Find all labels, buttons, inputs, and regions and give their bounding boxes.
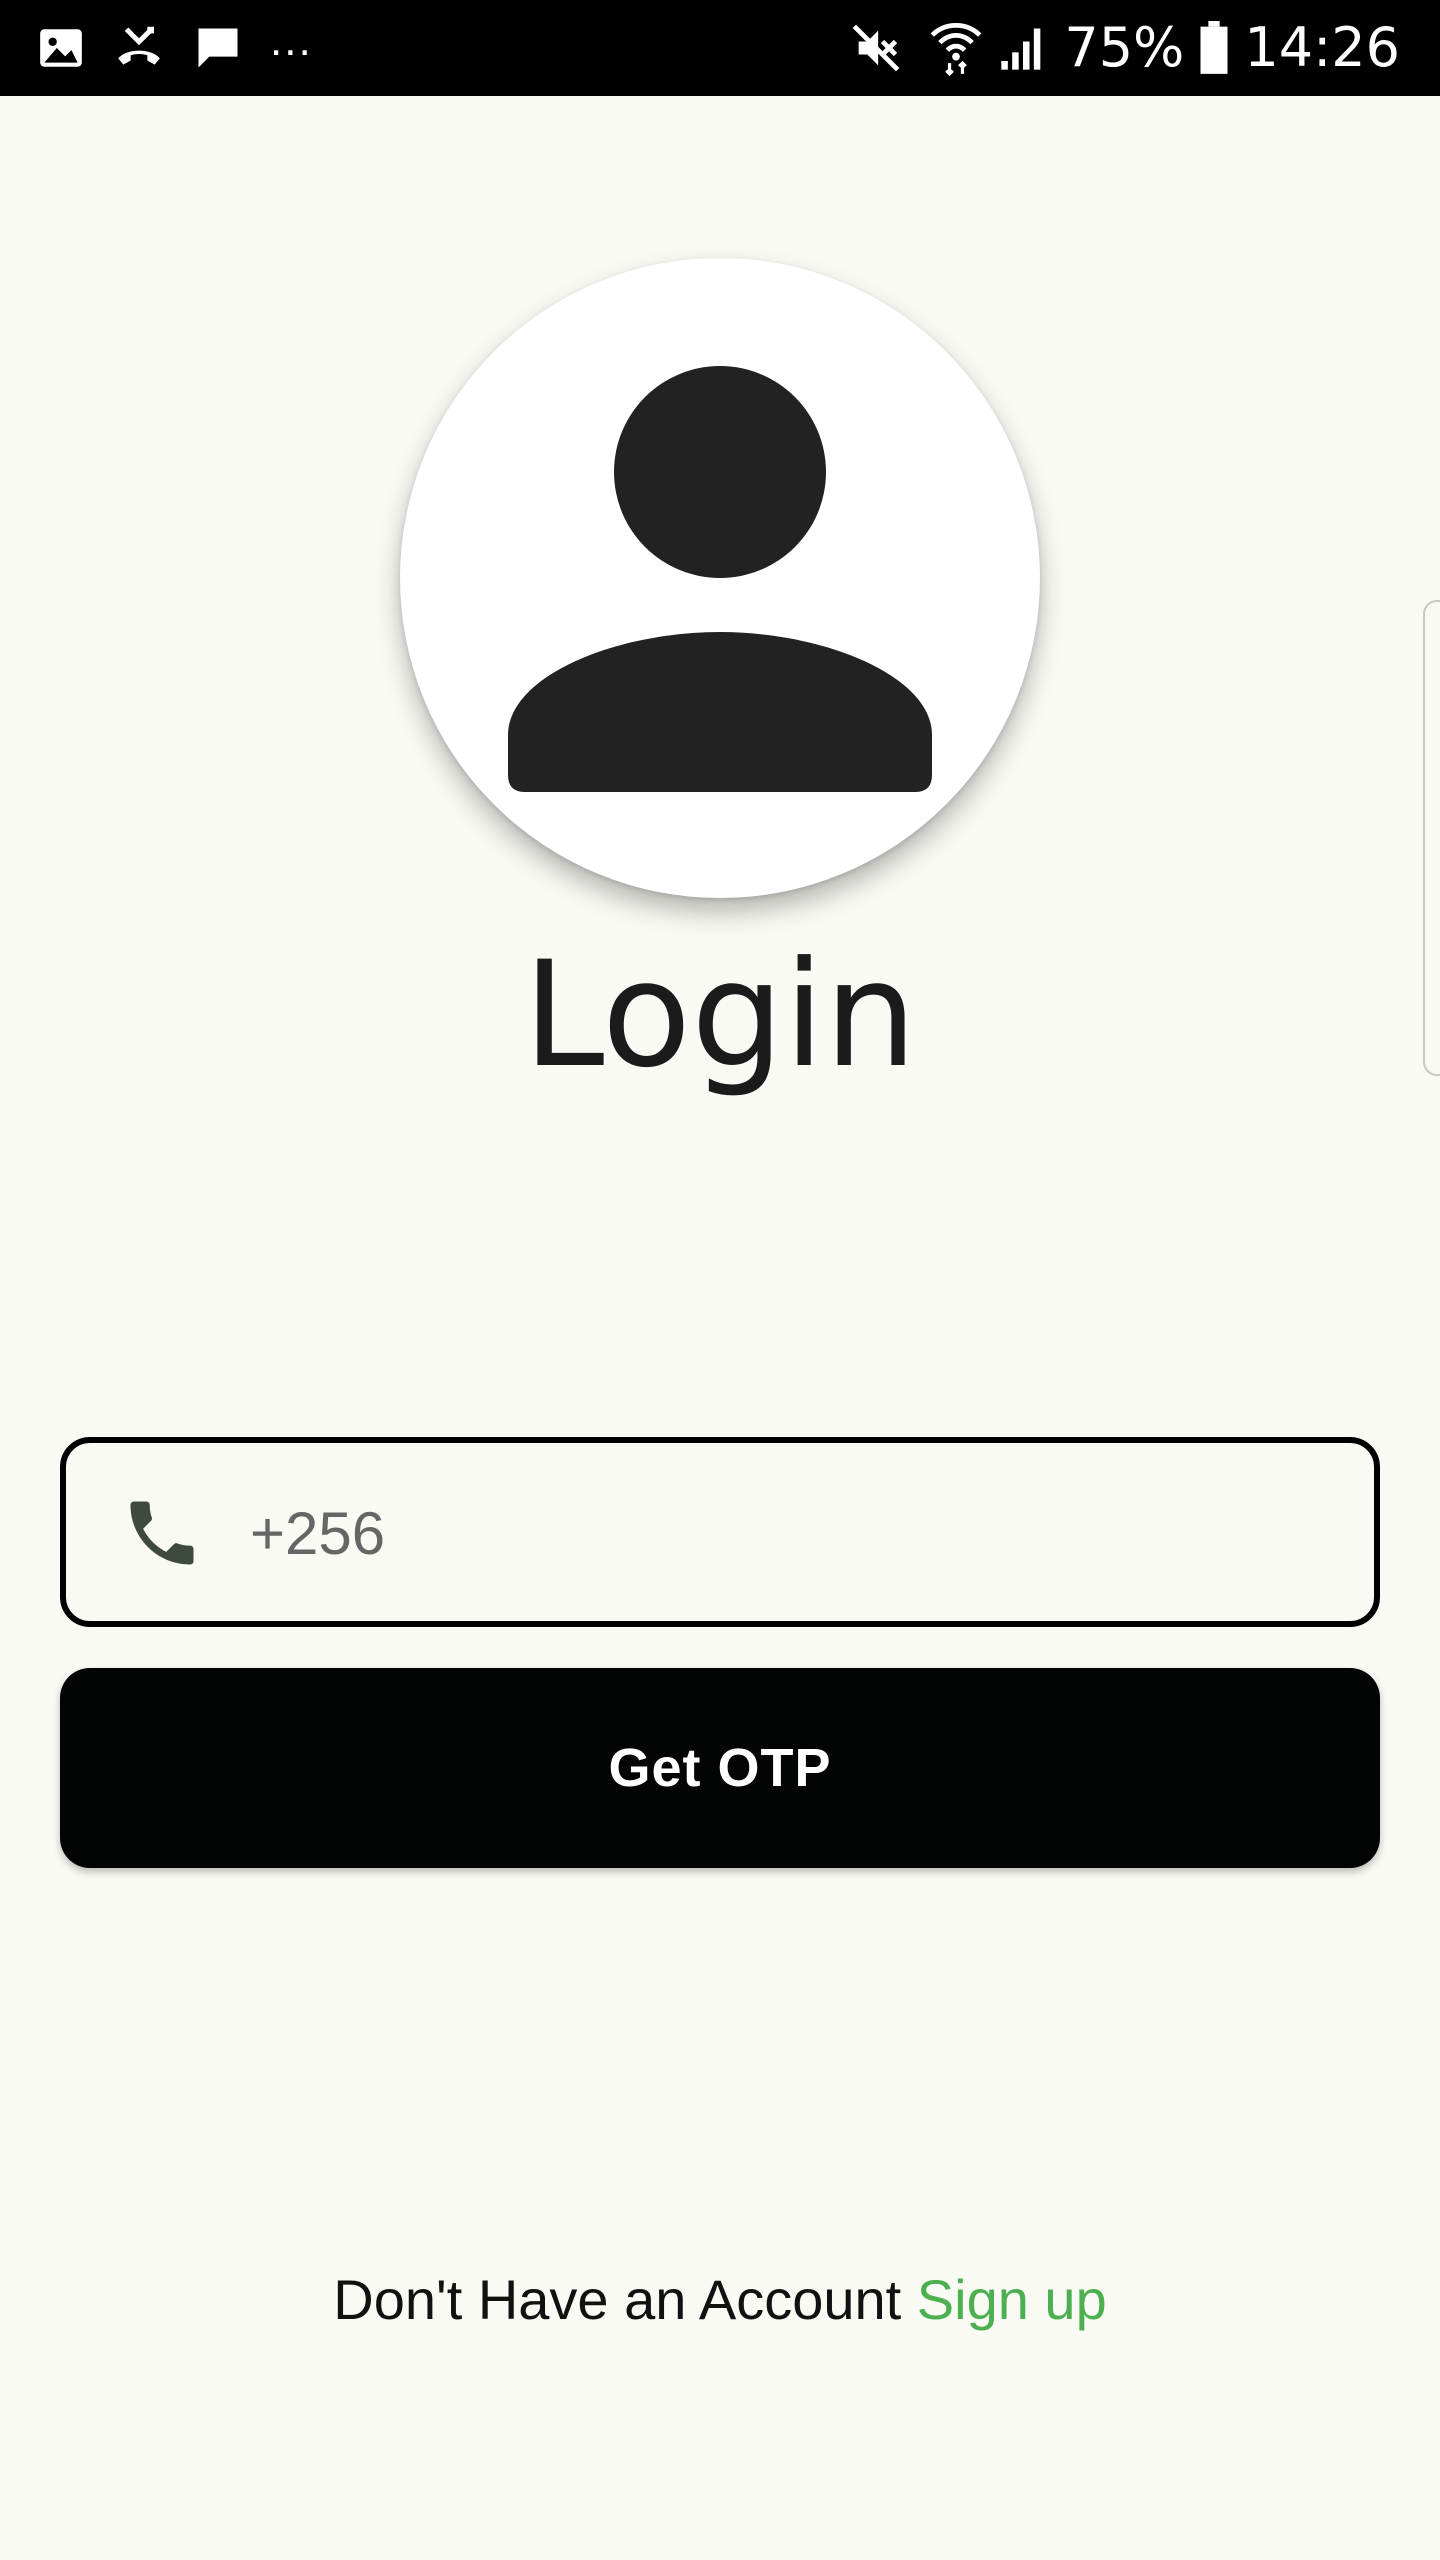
status-bar: ... 75% 14:26 bbox=[0, 0, 1440, 96]
page-title: Login bbox=[523, 930, 917, 1100]
signal-icon bbox=[996, 22, 1050, 74]
phone-number-field[interactable] bbox=[60, 1437, 1380, 1627]
gallery-icon bbox=[36, 23, 86, 73]
signup-row: Don't Have an Account Sign up bbox=[0, 2258, 1440, 2342]
avatar bbox=[400, 258, 1040, 898]
phone-icon bbox=[130, 1501, 194, 1565]
message-icon bbox=[192, 22, 244, 74]
battery-icon bbox=[1198, 21, 1230, 75]
person-icon bbox=[508, 366, 932, 792]
get-otp-button[interactable]: Get OTP bbox=[60, 1668, 1380, 1868]
status-bar-left: ... bbox=[36, 0, 313, 96]
clock: 14:26 bbox=[1244, 16, 1400, 79]
wifi-icon bbox=[930, 20, 982, 76]
signup-link[interactable]: Sign up bbox=[917, 2268, 1107, 2331]
signup-prompt: Don't Have an Account bbox=[333, 2268, 917, 2331]
mute-icon bbox=[850, 22, 902, 74]
status-bar-right: 75% 14:26 bbox=[850, 0, 1400, 96]
more-notifications-indicator: ... bbox=[270, 16, 313, 65]
battery-percent: 75% bbox=[1064, 16, 1185, 79]
edge-panel-handle[interactable] bbox=[1423, 600, 1440, 1076]
phone-input[interactable] bbox=[250, 1473, 1330, 1593]
missed-call-icon bbox=[112, 23, 166, 73]
